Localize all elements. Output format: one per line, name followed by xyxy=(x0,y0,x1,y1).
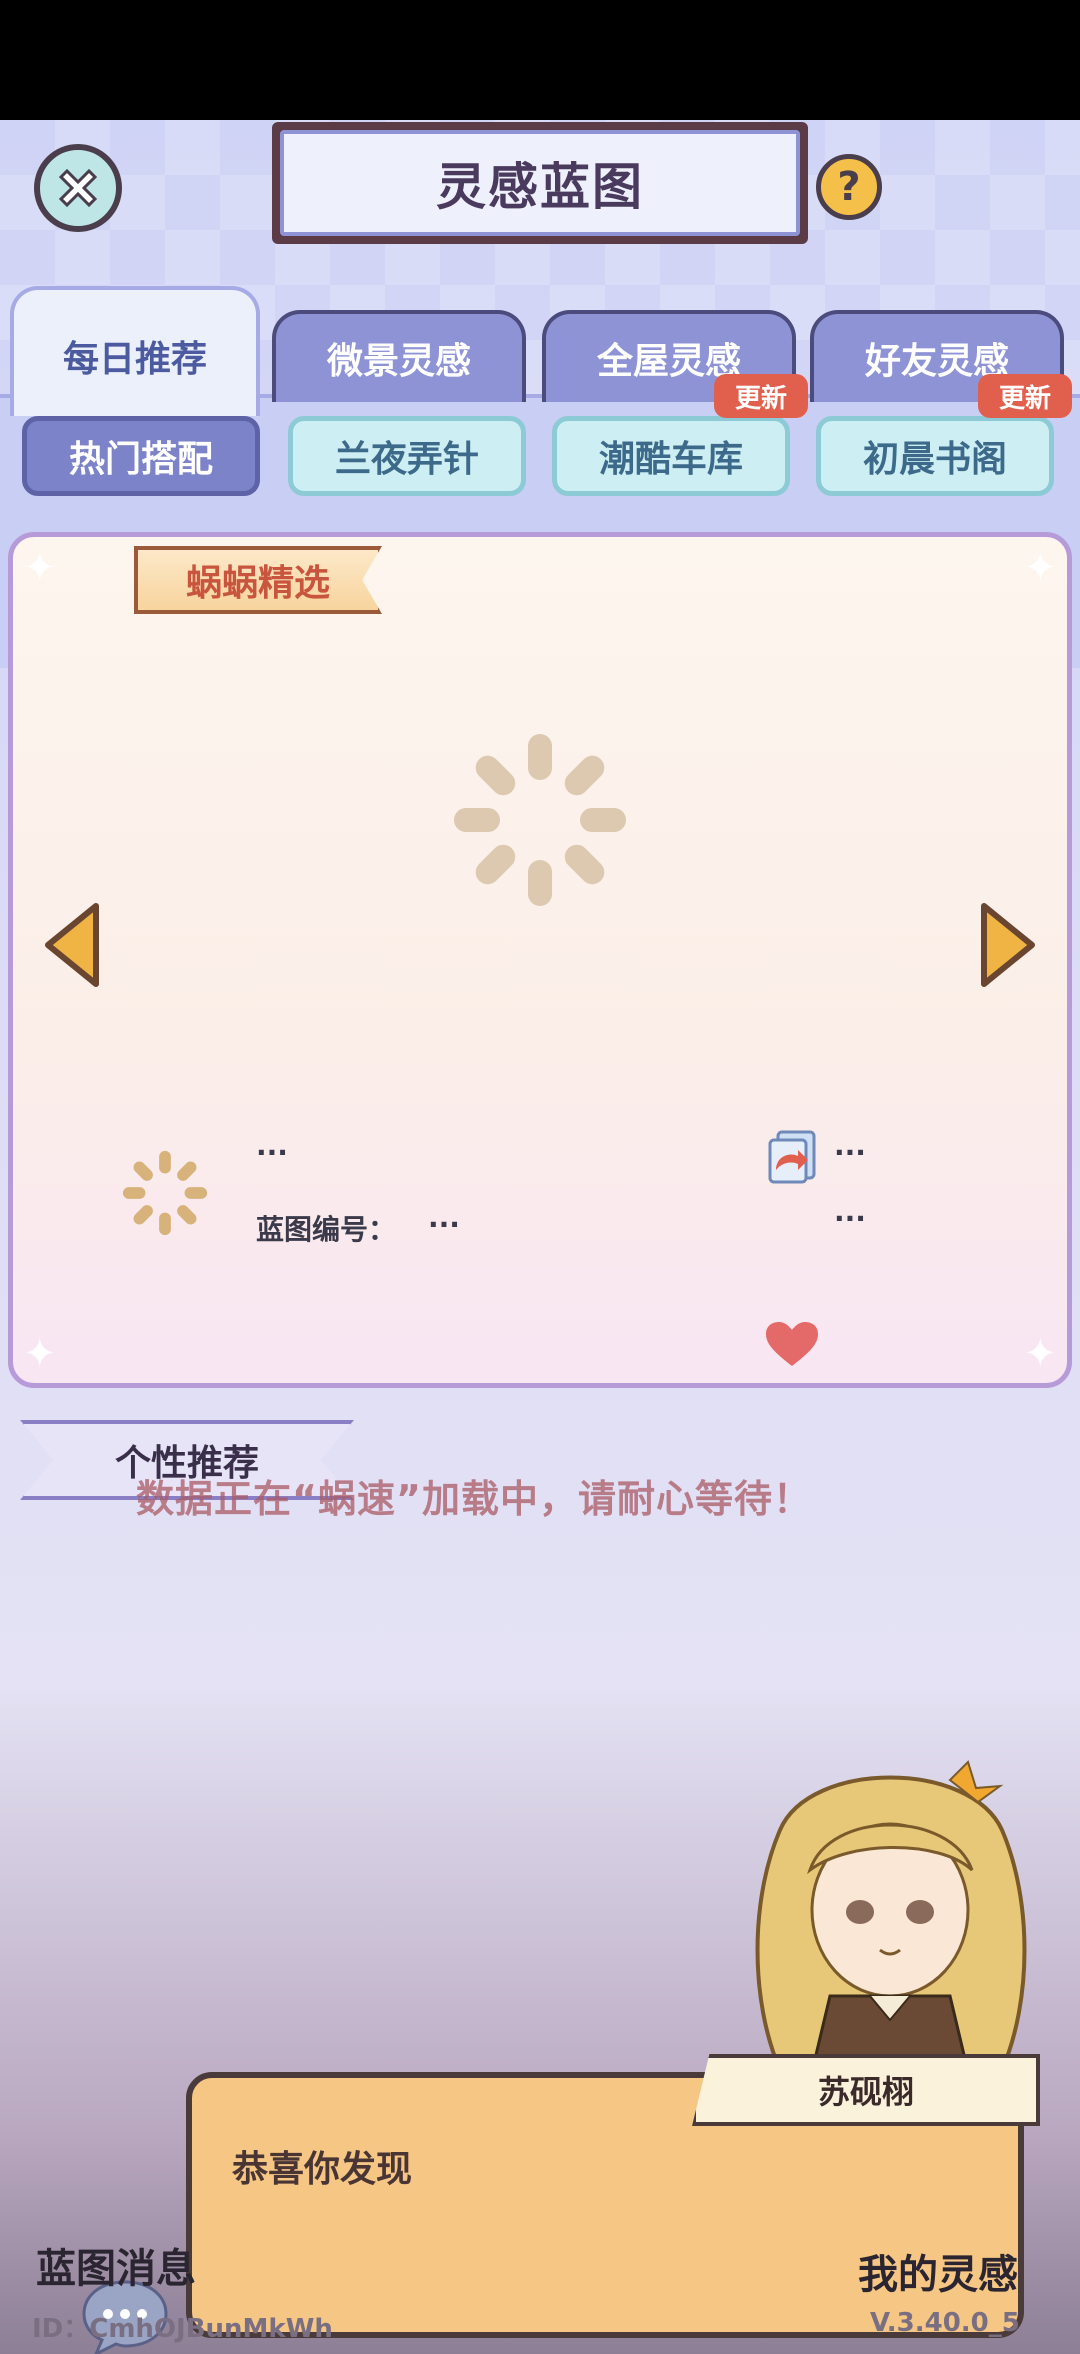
tab-label: 微景灵感 xyxy=(326,341,471,382)
page-title: 灵感蓝图 xyxy=(436,158,644,216)
title-plate: 灵感蓝图 xyxy=(272,122,808,244)
sparkle-icon: ✦ xyxy=(23,545,57,591)
my-inspiration-button[interactable]: 我的灵感 xyxy=(858,2242,1018,2300)
dialog-text: 恭喜你发现 xyxy=(232,2149,413,2190)
loading-spinner-icon xyxy=(454,734,626,906)
previous-arrow-icon[interactable] xyxy=(42,900,102,990)
blueprint-id-label: 蓝图编号： xyxy=(256,1213,397,1246)
tab-daily-recommend[interactable]: 每日推荐 xyxy=(10,286,260,416)
sparkle-icon: ✦ xyxy=(1023,545,1057,591)
chip-hot-outfit[interactable]: 热门搭配 xyxy=(22,416,260,496)
avatar-loading-icon xyxy=(122,1150,208,1236)
blueprint-screen: 灵感蓝图 ? 每日推荐 微景灵感 全屋灵感 好友灵感 热门搭配 兰夜弄针 潮酷车… xyxy=(0,120,1080,2354)
update-badge: 更新 xyxy=(978,374,1072,418)
chip-label: 初晨书阁 xyxy=(862,439,1007,480)
update-badge: 更新 xyxy=(714,374,808,418)
next-arrow-icon[interactable] xyxy=(978,900,1038,990)
tab-label: 每日推荐 xyxy=(62,339,207,380)
speaker-name: 苏砚栩 xyxy=(817,2073,914,2111)
sparkle-icon: ✦ xyxy=(23,1331,57,1377)
like-count: ··· xyxy=(834,1202,866,1235)
chip-cool-garage[interactable]: 潮酷车库 xyxy=(552,416,790,496)
blueprint-id-value: ··· xyxy=(428,1208,460,1241)
featured-card[interactable]: ✦ ✦ ✦ ✦ xyxy=(8,532,1072,1388)
blueprint-messages-button[interactable]: 蓝图消息 xyxy=(36,2236,196,2294)
chip-morning-study[interactable]: 初晨书阁 xyxy=(816,416,1054,496)
chip-label: 兰夜弄针 xyxy=(334,439,479,480)
tab-mini-scene[interactable]: 微景灵感 xyxy=(272,310,526,402)
chip-label: 热门搭配 xyxy=(68,439,213,480)
help-button[interactable]: ? xyxy=(816,154,882,220)
chip-label: 潮酷车库 xyxy=(598,439,743,480)
close-icon xyxy=(58,168,98,208)
user-id: ID：CmhOJBunMkWh xyxy=(32,2314,333,2344)
chip-orchid-night[interactable]: 兰夜弄针 xyxy=(288,416,526,496)
question-icon: ? xyxy=(837,164,861,210)
speaker-nameplate: 苏砚栩 xyxy=(692,2054,1040,2126)
sparkle-icon: ✦ xyxy=(1023,1331,1057,1377)
loading-message: 数据正在“蜗速”加载中，请耐心等待！ xyxy=(136,1477,812,1521)
close-button[interactable] xyxy=(34,144,122,232)
author-name: ··· xyxy=(256,1136,288,1169)
share-icon[interactable] xyxy=(764,1128,820,1186)
share-count: ··· xyxy=(834,1136,866,1169)
featured-ribbon: 蜗蜗精选 xyxy=(134,546,382,614)
character-portrait xyxy=(755,1760,1027,2080)
heart-icon[interactable] xyxy=(764,1320,820,1370)
title-frame: 灵感蓝图 xyxy=(280,130,800,236)
featured-ribbon-label: 蜗蜗精选 xyxy=(185,563,330,604)
app-version: V.3.40.0_5 xyxy=(870,2308,1020,2338)
